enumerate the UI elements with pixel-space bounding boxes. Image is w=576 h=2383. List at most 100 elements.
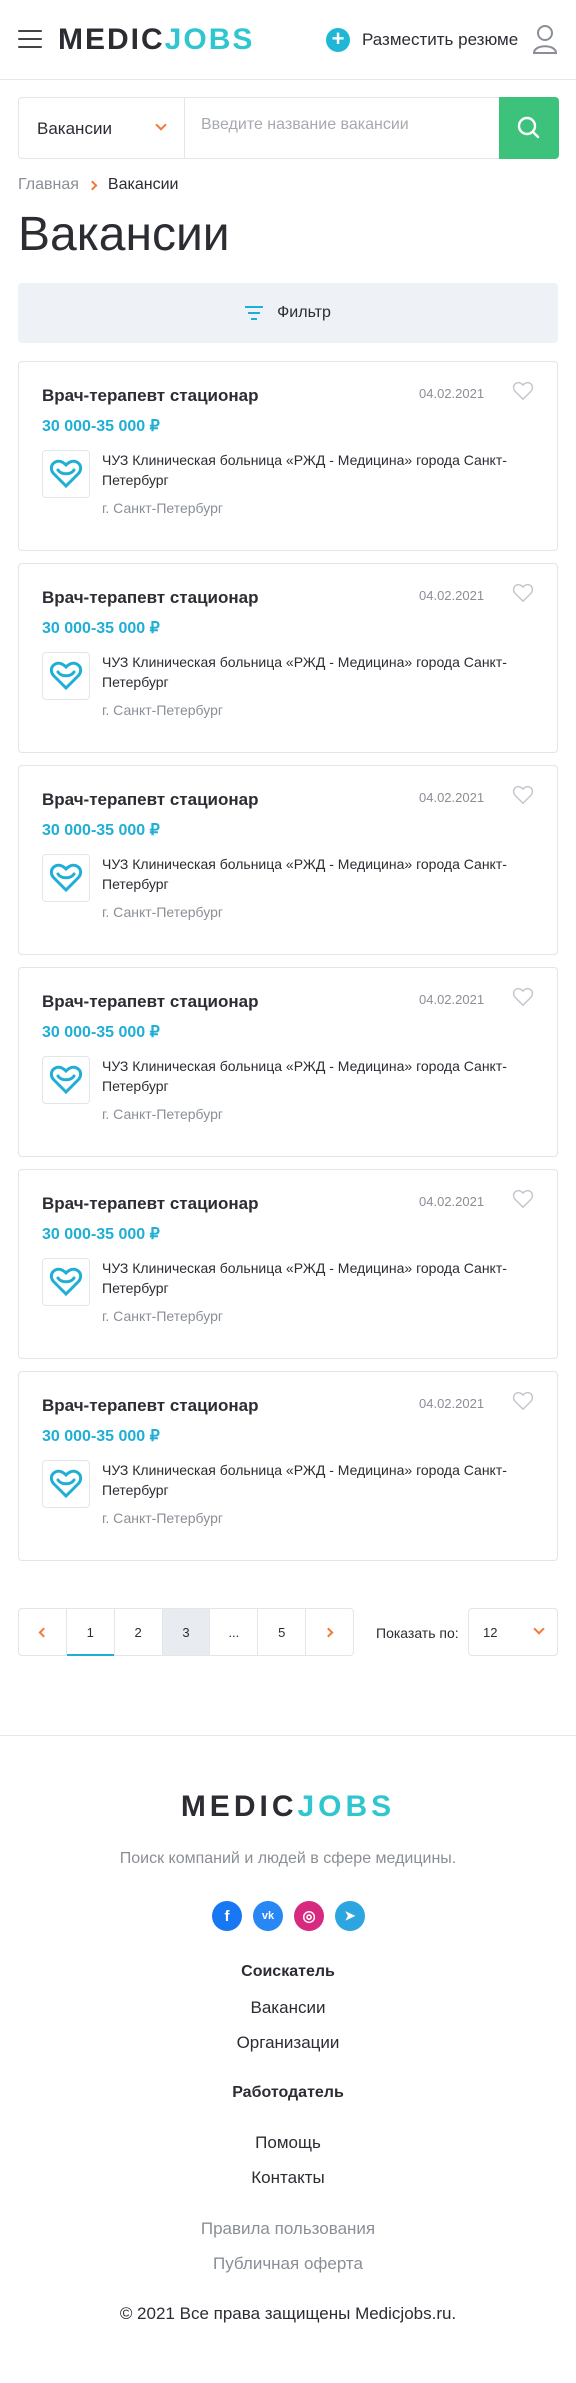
post-resume-button[interactable]: + Разместить резюме bbox=[326, 26, 518, 54]
vacancy-title[interactable]: Врач-терапевт стационар bbox=[42, 386, 258, 406]
heart-icon[interactable] bbox=[512, 583, 534, 603]
pagination: 1 2 3 ... 5 bbox=[18, 1608, 354, 1656]
next-page-button[interactable] bbox=[306, 1609, 353, 1655]
employer-heading: Работодатель bbox=[232, 2084, 344, 2101]
vacancy-organization[interactable]: ЧУЗ Клиническая больница «РЖД - Медицина… bbox=[102, 1258, 532, 1298]
heart-logo-icon bbox=[49, 459, 83, 489]
vacancy-title[interactable]: Врач-терапевт стационар bbox=[42, 790, 258, 810]
vk-icon[interactable]: vk bbox=[253, 1901, 283, 1931]
per-page-label: Показать по: bbox=[376, 1625, 459, 1641]
footer-link-organizations[interactable]: Организации bbox=[0, 2033, 576, 2053]
vacancy-card[interactable]: Врач-терапевт стационар 04.02.2021 30 00… bbox=[18, 361, 558, 551]
chevron-right-icon bbox=[87, 180, 98, 190]
breadcrumb-home-link[interactable]: Главная bbox=[18, 176, 79, 194]
heart-logo-icon bbox=[49, 1267, 83, 1297]
vacancy-card[interactable]: Врач-терапевт стационар 04.02.2021 30 00… bbox=[18, 1371, 558, 1561]
vacancy-salary: 30 000-35 000 ₽ bbox=[42, 822, 160, 839]
chevron-left-icon bbox=[38, 1627, 49, 1637]
vacancy-date: 04.02.2021 bbox=[419, 1194, 485, 1209]
site-logo[interactable]: MEDICJOBS bbox=[58, 24, 254, 56]
footer-link-terms[interactable]: Правила пользования bbox=[0, 2219, 576, 2239]
vacancy-salary: 30 000-35 000 ₽ bbox=[42, 1226, 160, 1243]
vacancy-date: 04.02.2021 bbox=[419, 992, 485, 1007]
per-page-select[interactable]: 12 bbox=[468, 1608, 558, 1656]
chevron-down-icon bbox=[533, 1623, 545, 1635]
vacancy-organization[interactable]: ЧУЗ Клиническая больница «РЖД - Медицина… bbox=[102, 854, 532, 894]
chevron-down-icon bbox=[155, 119, 167, 131]
vacancy-card[interactable]: Врач-терапевт стационар 04.02.2021 30 00… bbox=[18, 563, 558, 753]
vacancy-title[interactable]: Врач-терапевт стационар bbox=[42, 1396, 258, 1416]
vacancy-title[interactable]: Врач-терапевт стационар bbox=[42, 992, 258, 1012]
vacancy-organization[interactable]: ЧУЗ Клиническая больница «РЖД - Медицина… bbox=[102, 450, 532, 490]
footer-link-contacts[interactable]: Контакты bbox=[0, 2168, 576, 2188]
breadcrumb-current: Вакансии bbox=[107, 176, 179, 193]
page-title: Вакансии bbox=[18, 208, 230, 261]
per-page-value: 12 bbox=[483, 1625, 498, 1640]
heart-icon[interactable] bbox=[512, 381, 534, 401]
heart-logo-icon bbox=[49, 1065, 83, 1095]
post-resume-label: Разместить резюме bbox=[362, 30, 519, 49]
org-logo bbox=[42, 1460, 90, 1508]
heart-logo-icon bbox=[49, 863, 83, 893]
menu-icon[interactable] bbox=[18, 30, 42, 49]
org-logo bbox=[42, 652, 90, 700]
search-bar: Вакансии bbox=[18, 97, 559, 159]
org-logo bbox=[42, 450, 90, 498]
vacancy-title[interactable]: Врач-терапевт стационар bbox=[42, 1194, 258, 1214]
vacancy-card[interactable]: Врач-терапевт стационар 04.02.2021 30 00… bbox=[18, 967, 558, 1157]
footer-tagline: Поиск компаний и людей в сфере медицины. bbox=[119, 1850, 457, 1867]
vacancy-organization[interactable]: ЧУЗ Клиническая больница «РЖД - Медицина… bbox=[102, 1056, 532, 1096]
user-icon[interactable] bbox=[532, 24, 558, 54]
vacancy-date: 04.02.2021 bbox=[419, 386, 485, 401]
prev-page-button[interactable] bbox=[19, 1609, 67, 1655]
chevron-right-icon bbox=[323, 1627, 334, 1637]
breadcrumb: Главная Вакансии bbox=[18, 176, 178, 194]
org-logo bbox=[42, 854, 90, 902]
footer-link-help[interactable]: Помощь bbox=[0, 2133, 576, 2153]
page-button-3[interactable]: 3 bbox=[162, 1609, 211, 1655]
category-select-value: Вакансии bbox=[37, 119, 112, 138]
vacancy-salary: 30 000-35 000 ₽ bbox=[42, 620, 160, 637]
search-button[interactable] bbox=[499, 97, 559, 159]
footer-logo[interactable]: MEDICJOBS bbox=[0, 1791, 576, 1823]
page-button-1[interactable]: 1 bbox=[66, 1609, 115, 1656]
org-logo bbox=[42, 1258, 90, 1306]
vacancy-card[interactable]: Врач-терапевт стационар 04.02.2021 30 00… bbox=[18, 765, 558, 955]
facebook-icon[interactable]: f bbox=[212, 1901, 242, 1931]
social-links: f vk ◎ ➤ bbox=[212, 1901, 376, 1931]
category-select[interactable]: Вакансии bbox=[19, 98, 185, 158]
footer-link-offer[interactable]: Публичная оферта bbox=[0, 2254, 576, 2274]
vacancy-salary: 30 000-35 000 ₽ bbox=[42, 418, 160, 435]
vacancy-city: г. Санкт-Петербург bbox=[102, 1106, 223, 1122]
telegram-icon[interactable]: ➤ bbox=[335, 1901, 365, 1931]
vacancy-organization[interactable]: ЧУЗ Клиническая больница «РЖД - Медицина… bbox=[102, 652, 532, 692]
footer-divider bbox=[0, 1735, 576, 1736]
heart-icon[interactable] bbox=[512, 987, 534, 1007]
vacancy-city: г. Санкт-Петербург bbox=[102, 904, 223, 920]
search-input[interactable] bbox=[201, 116, 491, 134]
instagram-icon[interactable]: ◎ bbox=[294, 1901, 324, 1931]
heart-icon[interactable] bbox=[512, 1391, 534, 1411]
heart-logo-icon bbox=[49, 661, 83, 691]
vacancy-title[interactable]: Врач-терапевт стационар bbox=[42, 588, 258, 608]
seeker-heading: Соискатель bbox=[241, 1963, 335, 1980]
filter-button[interactable]: Фильтр bbox=[18, 283, 558, 343]
page-button-2[interactable]: 2 bbox=[115, 1609, 163, 1655]
page-button-5[interactable]: 5 bbox=[258, 1609, 307, 1655]
vacancy-organization[interactable]: ЧУЗ Клиническая больница «РЖД - Медицина… bbox=[102, 1460, 532, 1500]
vacancy-date: 04.02.2021 bbox=[419, 1396, 485, 1411]
heart-logo-icon bbox=[49, 1469, 83, 1499]
plus-circle-icon: + bbox=[326, 28, 350, 52]
vacancy-city: г. Санкт-Петербург bbox=[102, 500, 223, 516]
heart-icon[interactable] bbox=[512, 785, 534, 805]
search-icon bbox=[517, 116, 540, 139]
heart-icon[interactable] bbox=[512, 1189, 534, 1209]
vacancy-salary: 30 000-35 000 ₽ bbox=[42, 1024, 160, 1041]
vacancy-card[interactable]: Врач-терапевт стационар 04.02.2021 30 00… bbox=[18, 1169, 558, 1359]
filter-label: Фильтр bbox=[277, 304, 331, 321]
footer-link-vacancies[interactable]: Вакансии bbox=[0, 1998, 576, 2018]
vacancy-city: г. Санкт-Петербург bbox=[102, 1308, 223, 1324]
page-ellipsis: ... bbox=[210, 1609, 259, 1655]
vacancy-city: г. Санкт-Петербург bbox=[102, 702, 223, 718]
vacancy-city: г. Санкт-Петербург bbox=[102, 1510, 223, 1526]
